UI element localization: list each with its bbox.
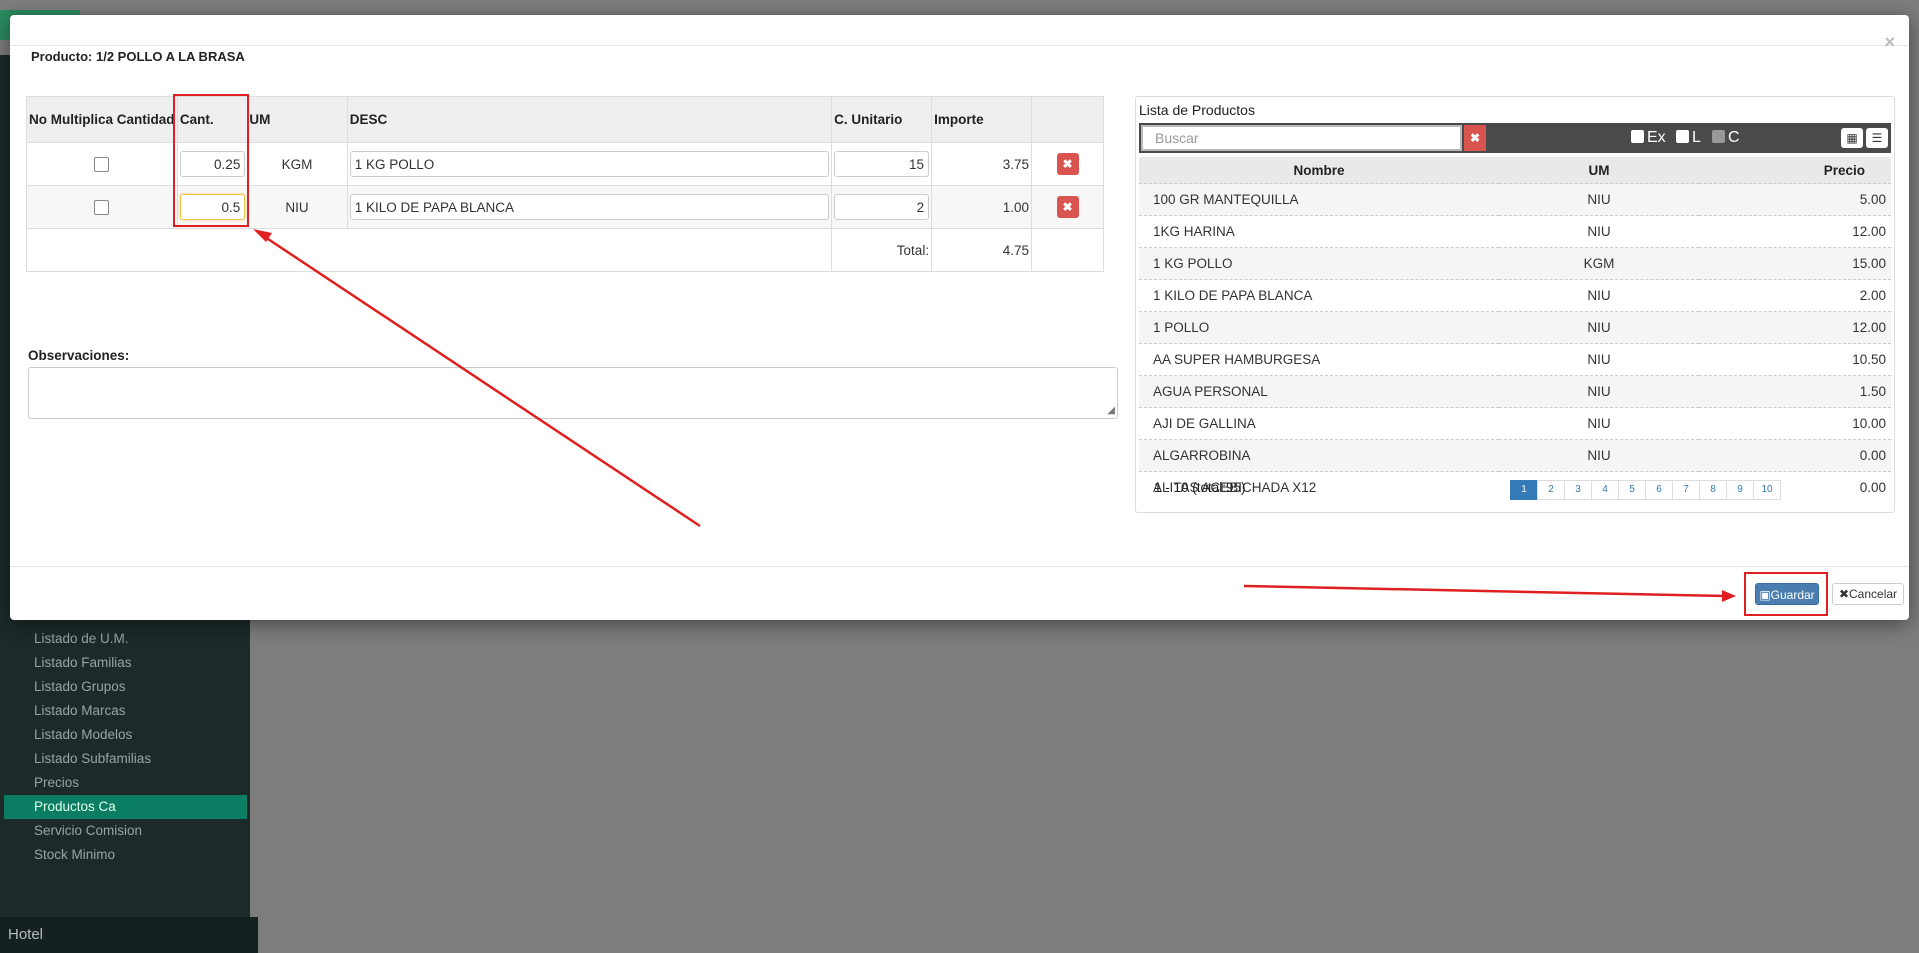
- list-item[interactable]: ALGARROBINA NIU 0.00: [1139, 439, 1891, 472]
- list-item[interactable]: AGUA PERSONAL NIU 1.50: [1139, 375, 1891, 408]
- product-list-toolbar: Buscar ✖ Ex L C ▦ ☰: [1139, 123, 1891, 153]
- pager-info: 1 - 10 (total:95): [1154, 480, 1246, 495]
- sidebar-item[interactable]: Listado Modelos: [0, 723, 250, 747]
- products-header-row: Nombre UM Precio: [1139, 157, 1891, 184]
- page-link[interactable]: 8: [1699, 480, 1727, 500]
- sidebar-section-hotel[interactable]: Hotel: [0, 917, 258, 953]
- grid-view-icon[interactable]: ▦: [1841, 128, 1863, 148]
- total-value: 4.75: [931, 228, 1033, 272]
- sidebar-item[interactable]: Listado Subfamilias: [0, 747, 250, 771]
- pagination: 1 2 3 4 5 6 7 8 9 10: [1510, 480, 1781, 500]
- sidebar-item[interactable]: Precios: [0, 771, 250, 795]
- desc-input[interactable]: [349, 194, 830, 220]
- observations-label: Observaciones:: [28, 348, 130, 363]
- modal-footer-divider: [10, 566, 1909, 567]
- page-link[interactable]: 10: [1753, 480, 1781, 500]
- annotation-box-save: [1744, 572, 1828, 616]
- page-link[interactable]: 1: [1510, 480, 1538, 500]
- modal-header: [10, 15, 1909, 46]
- page-link[interactable]: 5: [1618, 480, 1646, 500]
- um-cell: KGM: [247, 142, 348, 186]
- sidebar-item[interactable]: Stock Minimo: [0, 843, 250, 867]
- sidebar-item-active[interactable]: Productos Ca: [4, 795, 247, 819]
- list-view-icon[interactable]: ☰: [1866, 128, 1888, 148]
- product-modal: × Producto: 1/2 POLLO A LA BRASA No Mult…: [10, 15, 1909, 620]
- product-title: Producto: 1/2 POLLO A LA BRASA: [31, 49, 245, 64]
- col-um: UM: [247, 96, 348, 143]
- page-link[interactable]: 4: [1591, 480, 1619, 500]
- col-actions: [1031, 96, 1104, 143]
- close-icon[interactable]: ×: [1884, 33, 1895, 51]
- resize-handle-icon[interactable]: ◢: [1107, 406, 1115, 416]
- products-table: Nombre UM Precio 100 GR MANTEQUILLA NIU 5.…: [1139, 157, 1891, 503]
- search-input[interactable]: Buscar: [1141, 125, 1462, 151]
- importe-cell: 1.00: [931, 185, 1033, 229]
- list-item[interactable]: AA SUPER HAMBURGESA NIU 10.50: [1139, 343, 1891, 376]
- page-link[interactable]: 7: [1672, 480, 1700, 500]
- cancel-button[interactable]: ✖Cancelar: [1832, 583, 1904, 605]
- sidebar-item[interactable]: Listado Marcas: [0, 699, 250, 723]
- page-link[interactable]: 6: [1645, 480, 1673, 500]
- col-importe: Importe: [931, 96, 1033, 143]
- no-multiplica-checkbox[interactable]: [94, 156, 110, 172]
- no-multiplica-checkbox[interactable]: [94, 199, 110, 215]
- col-nombre: Nombre: [1139, 157, 1499, 184]
- page-link[interactable]: 9: [1726, 480, 1754, 500]
- col-no-multiplica: No Multiplica Cantidad: [26, 96, 178, 143]
- delete-row-icon[interactable]: ✖: [1056, 196, 1079, 218]
- sidebar-item[interactable]: Listado Familias: [0, 651, 250, 675]
- col-unitario: C. Unitario: [831, 96, 933, 143]
- sidebar-item[interactable]: Servicio Comision: [0, 819, 250, 843]
- product-list-panel: Lista de Productos Buscar ✖ Ex L C ▦ ☰ N…: [1135, 96, 1895, 513]
- list-item[interactable]: 1KG HARINA NIU 12.00: [1139, 215, 1891, 248]
- total-label: Total:: [831, 228, 933, 272]
- col-desc: DESC: [346, 96, 833, 143]
- list-item[interactable]: 1 KILO DE PAPA BLANCA NIU 2.00: [1139, 279, 1891, 312]
- unit-price-input[interactable]: [834, 194, 930, 220]
- checkbox-icon: [1631, 130, 1644, 143]
- page-link[interactable]: 3: [1564, 480, 1592, 500]
- product-list-title: Lista de Productos: [1139, 102, 1255, 118]
- sidebar-list: Listado de U.M. Listado Familias Listado…: [0, 627, 250, 867]
- sidebar-item[interactable]: Listado Grupos: [0, 675, 250, 699]
- annotation-box-qty: [173, 94, 249, 227]
- list-item[interactable]: 100 GR MANTEQUILLA NIU 5.00: [1139, 183, 1891, 216]
- list-item[interactable]: 1 KG POLLO KGM 15.00: [1139, 247, 1891, 280]
- filter-c[interactable]: C: [1712, 129, 1740, 147]
- list-item[interactable]: 1 POLLO NIU 12.00: [1139, 311, 1891, 344]
- filter-ex[interactable]: Ex: [1631, 129, 1666, 147]
- desc-input[interactable]: [349, 151, 830, 177]
- importe-cell: 3.75: [931, 142, 1033, 186]
- close-icon: ✖: [1838, 587, 1850, 601]
- clear-search-icon[interactable]: ✖: [1464, 125, 1486, 151]
- list-item[interactable]: AJI DE GALLINA NIU 10.00: [1139, 407, 1891, 440]
- delete-row-icon[interactable]: ✖: [1056, 153, 1079, 175]
- col-precio: Precio: [1699, 157, 1891, 184]
- page-link[interactable]: 2: [1537, 480, 1565, 500]
- sidebar-item[interactable]: Listado de U.M.: [0, 627, 250, 651]
- checkbox-icon: [1712, 130, 1725, 143]
- um-cell: NIU: [247, 185, 348, 229]
- total-row: Total: 4.75: [25, 228, 1104, 272]
- observations-textarea[interactable]: ◢: [28, 367, 1118, 419]
- unit-price-input[interactable]: [834, 151, 930, 177]
- col-um: UM: [1499, 157, 1699, 184]
- checkbox-icon: [1676, 130, 1689, 143]
- filter-l[interactable]: L: [1676, 129, 1701, 147]
